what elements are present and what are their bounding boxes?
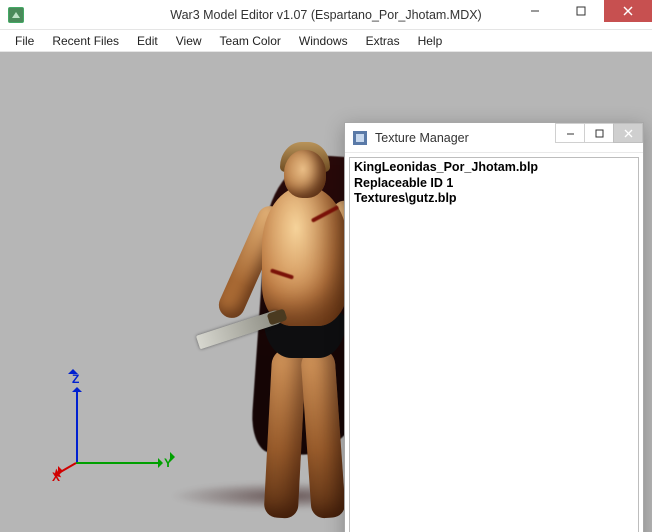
menu-help[interactable]: Help: [409, 32, 452, 50]
axis-z-line: [76, 390, 78, 464]
main-titlebar: War3 Model Editor v1.07 (Espartano_Por_J…: [0, 0, 652, 30]
texture-manager-titlebar[interactable]: Texture Manager: [345, 123, 643, 153]
texture-manager-close-button[interactable]: [613, 123, 643, 143]
texture-manager-maximize-button[interactable]: [584, 123, 614, 143]
texture-row[interactable]: KingLeonidas_Por_Jhotam.blp: [354, 160, 634, 176]
menu-windows[interactable]: Windows: [290, 32, 357, 50]
texture-manager-minimize-button[interactable]: [555, 123, 585, 143]
menu-extras[interactable]: Extras: [357, 32, 409, 50]
texture-list[interactable]: KingLeonidas_Por_Jhotam.blp Replaceable …: [349, 157, 639, 532]
menu-view[interactable]: View: [167, 32, 211, 50]
menu-team-color[interactable]: Team Color: [211, 32, 290, 50]
axis-y-label: Y: [164, 456, 172, 470]
minimize-button[interactable]: [512, 0, 558, 22]
menubar: File Recent Files Edit View Team Color W…: [0, 30, 652, 52]
window-controls: [512, 0, 652, 22]
viewport-3d[interactable]: Z Y X Texture Manager KingLeoni: [0, 52, 652, 532]
axis-z-label: Z: [72, 372, 79, 386]
texture-row[interactable]: Textures\gutz.blp: [354, 191, 634, 207]
texture-manager-controls: [556, 123, 643, 143]
menu-file[interactable]: File: [6, 32, 43, 50]
texture-manager-icon: [353, 131, 367, 145]
app-icon: [8, 7, 24, 23]
axis-y-line: [76, 462, 160, 464]
close-button[interactable]: [604, 0, 652, 22]
texture-row[interactable]: Replaceable ID 1: [354, 176, 634, 192]
maximize-button[interactable]: [558, 0, 604, 22]
menu-edit[interactable]: Edit: [128, 32, 167, 50]
axis-x-label: X: [52, 470, 60, 484]
texture-manager-window[interactable]: Texture Manager KingLeonidas_Por_Jhotam.…: [344, 122, 644, 532]
menu-recent-files[interactable]: Recent Files: [43, 32, 128, 50]
axis-gizmo: Z Y X: [46, 372, 166, 482]
